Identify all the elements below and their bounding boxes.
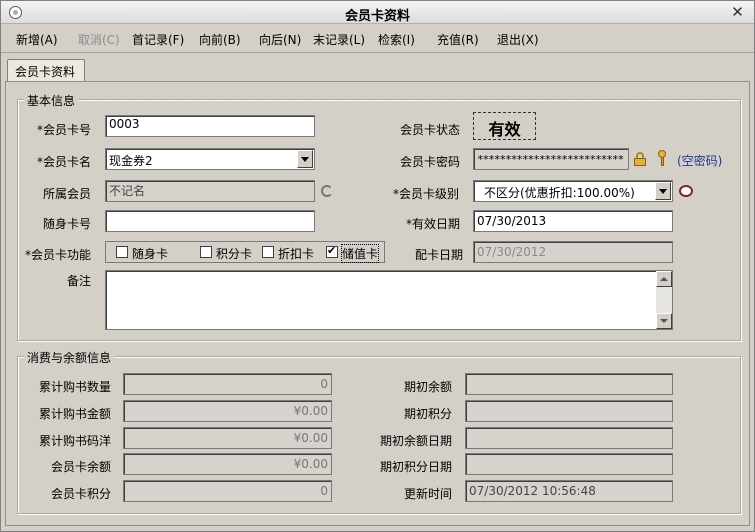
checkbox-box[interactable] <box>262 246 274 258</box>
exit-button[interactable]: 退出(X) <box>497 31 539 48</box>
basic-info-legend: 基本信息 <box>24 92 79 109</box>
close-icon[interactable]: ✕ <box>730 5 745 20</box>
carry-no-label: 随身卡号 <box>43 217 92 231</box>
title-bar: 会员卡资料 ✕ <box>1 1 754 24</box>
card-function-label: *会员卡功能 <box>25 248 92 262</box>
update-time-label: 更新时间 <box>404 487 453 501</box>
chevron-down-icon[interactable] <box>297 150 313 168</box>
expire-date-label: *有效日期 <box>406 217 461 231</box>
card-name-value: 现金券2 <box>109 154 153 168</box>
member-card-window: 会员卡资料 ✕ 新增(A) 取消(C) 首记录(F) 向前(B) 向后(N) 末… <box>0 0 755 532</box>
remark-textarea[interactable] <box>105 270 673 330</box>
checkbox-label: 积分卡 <box>216 247 253 261</box>
cancel-button[interactable]: 取消(C) <box>78 31 120 48</box>
update-time-field: 07/30/2012 10:56:48 <box>465 480 673 502</box>
card-name-label: *会员卡名 <box>37 155 92 169</box>
total-qty-field: 0 <box>123 373 332 395</box>
card-no-label: *会员卡号 <box>37 123 92 137</box>
issue-date-field: 07/30/2012 <box>473 241 673 263</box>
card-name-select[interactable]: 现金券2 <box>105 148 315 170</box>
init-points-date-label: 期初积分日期 <box>380 460 453 474</box>
card-points-label: 会员卡积分 <box>51 487 112 501</box>
previous-button[interactable]: 向前(B) <box>199 31 241 48</box>
total-list-price-field: ¥0.00 <box>123 427 332 449</box>
checkbox-box[interactable] <box>326 244 338 258</box>
card-status-badge: 有效 <box>473 112 536 140</box>
tab-member-card[interactable]: 会员卡资料 <box>7 59 85 81</box>
refresh-icon[interactable] <box>321 185 333 197</box>
total-amount-field: ¥0.00 <box>123 400 332 422</box>
lock-icon[interactable] <box>634 152 646 166</box>
member-field: 不记名 <box>105 180 315 202</box>
empty-password-link[interactable]: (空密码) <box>677 152 722 169</box>
card-balance-label: 会员卡余额 <box>51 460 112 474</box>
card-level-select[interactable]: 不区分(优惠折扣:100.00%) <box>473 180 673 202</box>
chevron-down-icon[interactable] <box>655 182 671 200</box>
card-points-field: 0 <box>123 480 332 502</box>
lock-body <box>634 158 646 166</box>
total-amount-label: 累计购书金额 <box>39 407 112 421</box>
carry-no-input[interactable] <box>105 210 315 232</box>
new-button[interactable]: 新增(A) <box>16 31 58 48</box>
checkbox-label: 随身卡 <box>132 247 169 261</box>
toolbar: 新增(A) 取消(C) 首记录(F) 向前(B) 向后(N) 末记录(L) 检索… <box>1 25 754 53</box>
issue-date-label: 配卡日期 <box>415 248 464 262</box>
key-shaft <box>661 157 664 166</box>
password-label: 会员卡密码 <box>400 155 461 169</box>
tab-label: 会员卡资料 <box>15 65 76 79</box>
checkbox-box[interactable] <box>200 246 212 258</box>
expire-date-input[interactable]: 07/30/2013 <box>473 210 673 232</box>
checkbox-label: 储值卡 <box>340 244 380 263</box>
member-label: 所属会员 <box>43 187 92 201</box>
card-level-value: 不区分(优惠折扣:100.00%) <box>484 186 635 200</box>
init-points-field <box>465 400 673 422</box>
total-qty-label: 累计购书数量 <box>39 380 112 394</box>
init-balance-date-field <box>465 427 673 449</box>
card-level-label: *会员卡级别 <box>393 187 460 201</box>
total-list-price-label: 累计购书码洋 <box>39 434 112 448</box>
init-points-label: 期初积分 <box>404 407 453 421</box>
card-no-input[interactable]: 0003 <box>105 115 315 137</box>
level-settings-icon[interactable] <box>679 185 693 197</box>
init-balance-date-label: 期初余额日期 <box>380 434 453 448</box>
search-button[interactable]: 检索(I) <box>378 31 415 48</box>
recharge-button[interactable]: 充值(R) <box>437 31 479 48</box>
card-balance-field: ¥0.00 <box>123 453 332 475</box>
init-balance-field <box>465 373 673 395</box>
scroll-down-icon[interactable] <box>656 313 672 329</box>
next-button[interactable]: 向后(N) <box>259 31 301 48</box>
last-record-button[interactable]: 末记录(L) <box>313 31 365 48</box>
card-status-label: 会员卡状态 <box>400 123 461 137</box>
init-balance-label: 期初余额 <box>404 380 453 394</box>
balance-info-legend: 消费与余额信息 <box>24 349 115 366</box>
window-title: 会员卡资料 <box>344 9 410 24</box>
scroll-up-icon[interactable] <box>656 271 672 287</box>
checkbox-box[interactable] <box>116 246 128 258</box>
key-icon[interactable] <box>656 150 668 166</box>
password-field[interactable]: ************************** <box>473 148 629 170</box>
card-function-group: 随身卡 积分卡 折扣卡 储值卡 <box>105 241 385 263</box>
scrollbar[interactable] <box>656 271 672 329</box>
checkbox-label: 折扣卡 <box>278 247 315 261</box>
first-record-button[interactable]: 首记录(F) <box>132 31 184 48</box>
remark-label: 备注 <box>67 274 92 288</box>
init-points-date-field <box>465 453 673 475</box>
